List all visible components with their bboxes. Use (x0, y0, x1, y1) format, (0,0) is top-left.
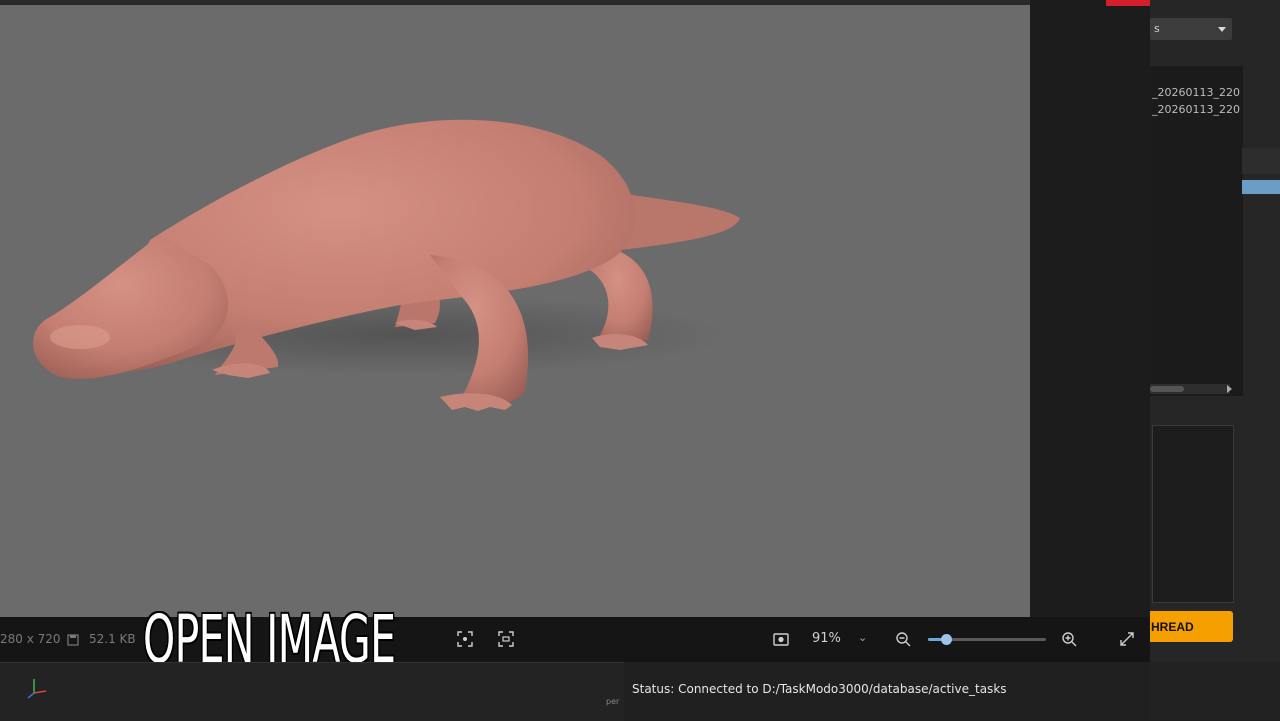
thread-preview-box (1152, 425, 1234, 603)
zoom-chevron-down-icon[interactable]: ⌄ (858, 631, 867, 644)
crop-icon[interactable] (495, 628, 517, 650)
side-panel: s _20260113_220 _20260113_220 HREAD (1150, 0, 1280, 720)
horizontal-scrollbar[interactable] (1150, 384, 1232, 394)
dropdown-chevron-icon (1218, 27, 1226, 32)
scroll-right-icon[interactable] (1227, 385, 1232, 393)
axis-gizmo-icon (27, 679, 47, 699)
list-item[interactable]: _20260113_220 (1150, 84, 1243, 101)
side-panel-footer (1150, 662, 1280, 720)
file-list[interactable]: _20260113_220 _20260113_220 (1150, 66, 1243, 396)
camera-label: per (606, 697, 620, 706)
selected-row-highlight (1242, 180, 1280, 194)
mini-viewport[interactable]: per (0, 662, 624, 721)
fit-screen-icon[interactable] (454, 628, 476, 650)
panel-tab[interactable] (1242, 148, 1280, 194)
disk-icon (62, 629, 84, 651)
status-text: Status: Connected to D:/TaskModo3000/dat… (632, 682, 1007, 696)
viewport-gutter (1030, 0, 1150, 660)
filter-dropdown[interactable]: s (1150, 18, 1232, 40)
zoom-in-icon[interactable] (1058, 628, 1080, 650)
expand-icon[interactable] (1116, 628, 1138, 650)
zoom-level[interactable]: 91% (812, 631, 841, 646)
3d-viewport[interactable] (0, 5, 1030, 617)
bottom-panel: per Status: Connected to D:/TaskModo3000… (0, 662, 1150, 721)
zoom-out-icon[interactable] (892, 628, 914, 650)
zoom-slider-knob[interactable] (940, 634, 952, 645)
platypus-model (33, 119, 740, 411)
status-bar: Status: Connected to D:/TaskModo3000/dat… (624, 662, 1150, 720)
file-size: 52.1 KB (89, 632, 136, 646)
image-dimensions: 280 x 720 (0, 632, 61, 646)
dropdown-value: s (1154, 22, 1160, 35)
zoom-slider[interactable] (928, 634, 1046, 645)
scrollbar-thumb[interactable] (1150, 386, 1184, 392)
thread-button[interactable]: HREAD (1150, 611, 1233, 642)
screenshot-icon[interactable] (770, 628, 792, 650)
window-accent-red (1106, 0, 1152, 6)
list-item[interactable]: _20260113_220 (1150, 101, 1243, 118)
